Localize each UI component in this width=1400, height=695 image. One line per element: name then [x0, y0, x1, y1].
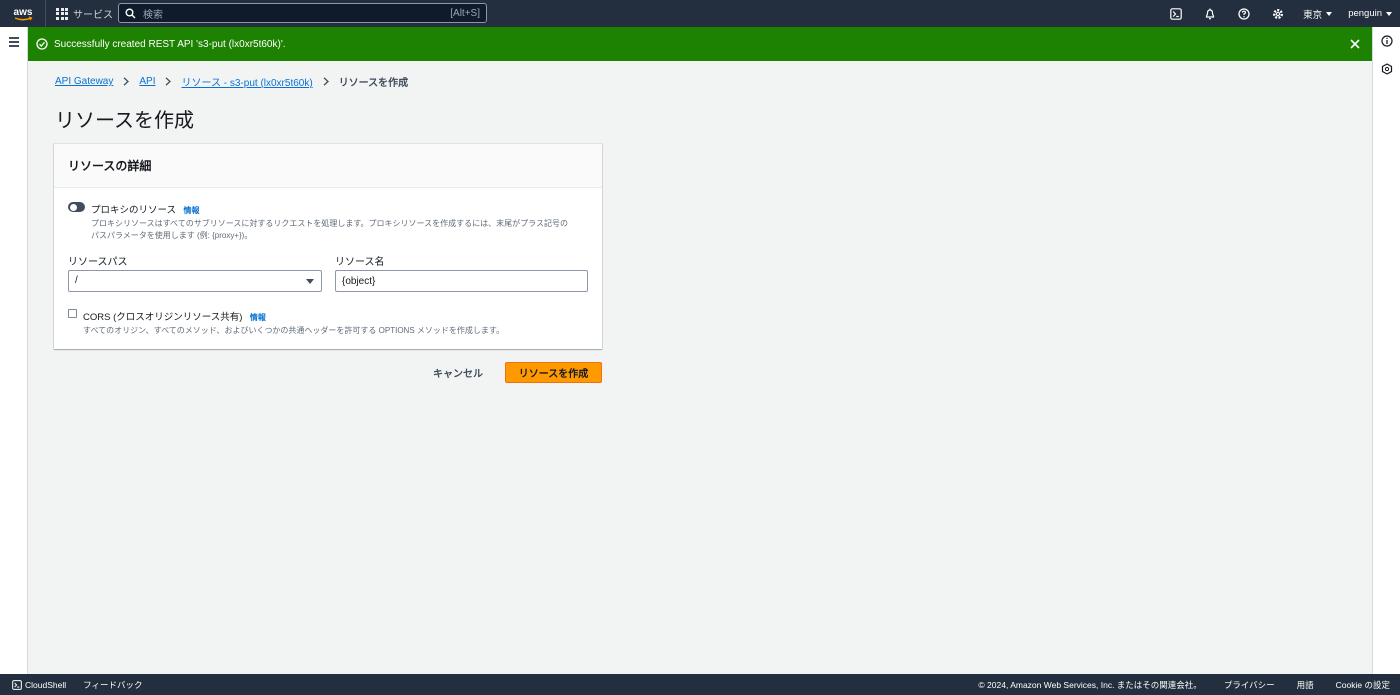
cors-checkbox[interactable]	[68, 309, 77, 318]
feedback-link[interactable]: フィードバック	[83, 679, 142, 691]
cancel-button[interactable]: キャンセル	[425, 362, 491, 383]
cors-row: CORS (クロスオリジンリソース共有) 情報 すべてのオリジン、すべてのメソッ…	[68, 307, 583, 337]
help-button[interactable]	[1227, 0, 1261, 27]
menu-icon[interactable]	[9, 37, 19, 49]
success-icon	[36, 38, 48, 50]
gear-icon	[1273, 8, 1284, 19]
cors-label: CORS (クロスオリジンリソース共有)	[83, 312, 243, 323]
caret-down-icon	[306, 279, 314, 284]
cors-description: すべてのオリジン、すべてのメソッド、およびいくつかの共通ヘッダーを許可する OP…	[83, 326, 505, 335]
cloudshell-button[interactable]	[1159, 0, 1193, 27]
region-label: 東京	[1303, 9, 1323, 21]
search-placeholder: 検索	[143, 9, 163, 21]
terminal-icon	[1170, 7, 1182, 20]
account-menu[interactable]: penguin	[1340, 0, 1400, 27]
aws-logo-icon: aws	[13, 7, 32, 20]
notifications-button[interactable]	[1193, 0, 1227, 27]
search-shortcut: [Alt+S]	[450, 7, 480, 19]
terms-link[interactable]: 用語	[1297, 679, 1314, 691]
search-input[interactable]: 検索 [Alt+S]	[118, 3, 487, 23]
chevron-right-icon	[163, 77, 173, 86]
cookie-settings-link[interactable]: Cookie の設定	[1336, 679, 1390, 691]
close-icon[interactable]	[1348, 37, 1362, 51]
info-icon[interactable]	[1381, 35, 1393, 47]
resource-path-label: リソースパス	[68, 257, 128, 268]
proxy-info-link[interactable]: 情報	[183, 206, 199, 215]
breadcrumb-current: リソースを作成	[338, 78, 409, 89]
right-rail	[1372, 27, 1400, 674]
resource-path-value: /	[75, 275, 78, 286]
proxy-description-line2: パスパラメータを使用します (例: {proxy+})。	[91, 230, 253, 240]
resource-path-select[interactable]: /	[68, 270, 322, 292]
flash-message: Successfully created REST API 's3-put (l…	[54, 38, 286, 50]
chevron-down-icon	[1326, 11, 1333, 16]
privacy-link[interactable]: プライバシー	[1224, 679, 1275, 691]
proxy-resource-label: プロキシのリソース	[91, 205, 177, 216]
services-label: サービス	[73, 10, 113, 21]
top-navigation: aws サービス 検索 [Alt+S] 東京 penguin	[0, 0, 1400, 27]
proxy-resource-row: プロキシのリソース 情報 プロキシリソースはすべてのサブリソースに対するリクエス…	[68, 200, 591, 241]
breadcrumb-api[interactable]: API	[139, 76, 155, 87]
breadcrumb-resources[interactable]: リソース - s3-put (lx0xr5t60k)	[181, 74, 312, 89]
chevron-right-icon	[321, 77, 331, 86]
aws-logo[interactable]: aws	[0, 0, 46, 27]
cloudshell-label: CloudShell	[25, 679, 67, 690]
hexagon-icon[interactable]	[1381, 63, 1393, 75]
services-menu[interactable]: サービス	[46, 0, 123, 27]
copyright-text: © 2024, Amazon Web Services, Inc. またはその関…	[978, 679, 1202, 690]
resource-name-label: リソース名	[335, 257, 385, 268]
user-label: penguin	[1348, 8, 1382, 19]
cloudshell-link[interactable]: CloudShell	[12, 680, 66, 690]
proxy-resource-toggle[interactable]	[68, 202, 85, 212]
resource-details-container: リソースの詳細 プロキシのリソース 情報 プロキシリソースはすべてのサブリソース…	[54, 144, 602, 349]
grid-icon	[56, 7, 68, 20]
proxy-description-line1: プロキシリソースはすべてのサブリソースに対するリクエストを処理します。プロキシリ…	[91, 219, 568, 228]
cors-info-link[interactable]: 情報	[250, 313, 266, 322]
footer: CloudShell フィードバック © 2024, Amazon Web Se…	[0, 674, 1400, 695]
help-icon	[1238, 7, 1250, 20]
left-rail	[0, 27, 28, 674]
resource-name-input[interactable]	[335, 270, 588, 292]
create-resource-button[interactable]: リソースを作成	[505, 362, 602, 383]
region-selector[interactable]: 東京	[1295, 0, 1340, 27]
chevron-right-icon	[121, 77, 131, 86]
breadcrumb: API Gateway API リソース - s3-put (lx0xr5t60…	[55, 74, 408, 89]
bell-icon	[1206, 8, 1215, 19]
terminal-icon	[12, 679, 22, 690]
success-flashbar: Successfully created REST API 's3-put (l…	[28, 27, 1372, 61]
page-title: リソースを作成	[55, 110, 194, 132]
settings-button[interactable]	[1261, 0, 1295, 27]
breadcrumb-api-gateway[interactable]: API Gateway	[55, 76, 113, 87]
chevron-down-icon	[1386, 11, 1392, 16]
svg-text:aws: aws	[13, 7, 32, 18]
container-header: リソースの詳細	[54, 144, 602, 188]
search-icon	[125, 8, 136, 18]
